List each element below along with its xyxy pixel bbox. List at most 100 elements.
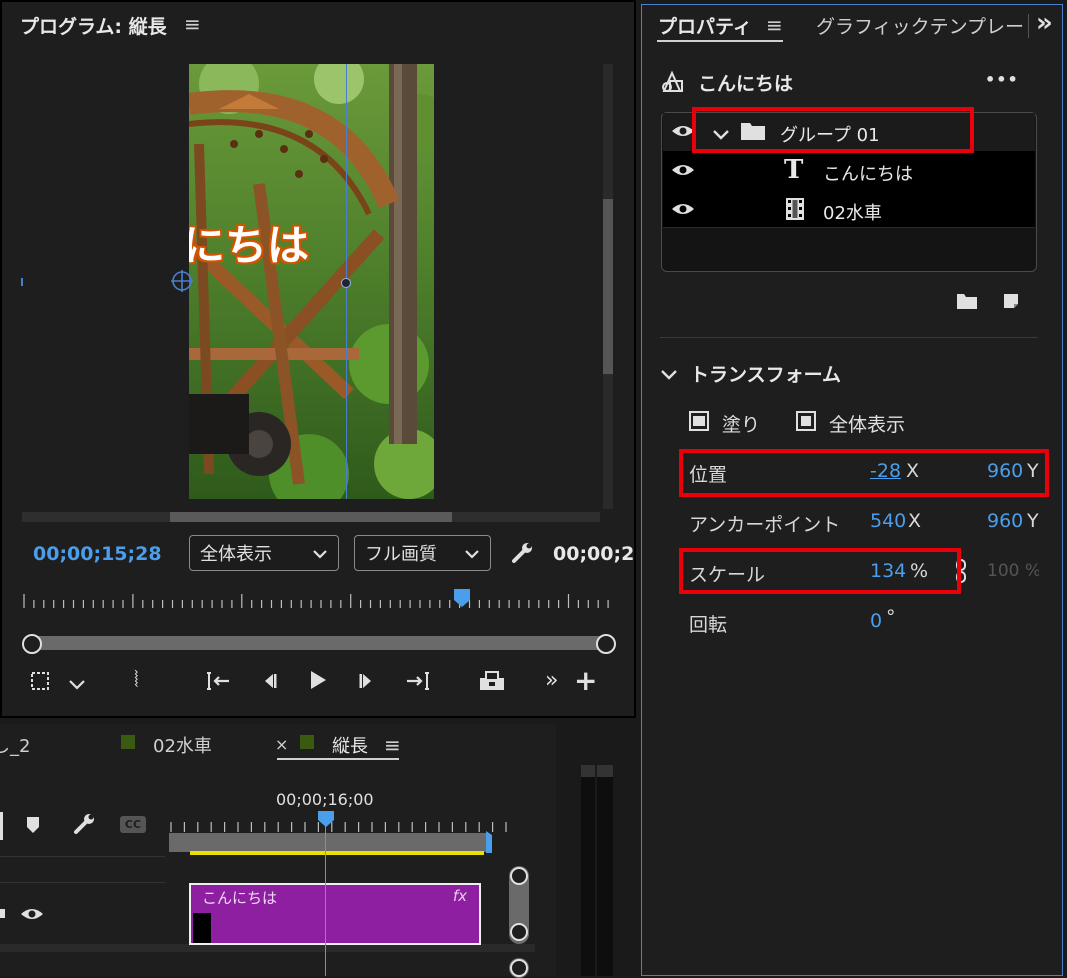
work-area-bar[interactable] (169, 833, 487, 852)
clip-label: こんにちは (202, 889, 278, 907)
step-back-icon[interactable] (258, 670, 280, 697)
captions-icon[interactable]: CC (120, 816, 146, 833)
fill-label[interactable]: 塗り (722, 410, 760, 437)
zoom-handle-right[interactable] (596, 634, 616, 654)
track-divider (0, 882, 165, 883)
panel-menu-icon[interactable]: ≡ (184, 12, 201, 36)
highlight-box (692, 107, 974, 153)
snap-bar-left (0, 812, 3, 840)
program-monitor-title[interactable]: プログラム: 縦長 (20, 12, 167, 39)
sequence-color-swatch (300, 735, 314, 749)
graphic-object-icon (660, 69, 686, 100)
current-timecode[interactable]: 00;00;15;28 (33, 543, 162, 565)
rotation-value[interactable]: 0 (870, 610, 882, 632)
timeline-clip[interactable]: こんにちは fx (189, 883, 481, 945)
go-to-out-icon[interactable] (405, 670, 431, 697)
fx-badge: fx (452, 887, 467, 905)
wrench-icon[interactable] (510, 541, 534, 570)
quality-dropdown[interactable]: フル画質 (354, 535, 491, 571)
eye-icon[interactable] (20, 905, 44, 928)
video-frame[interactable] (189, 64, 434, 499)
fit-label[interactable]: 全体表示 (829, 410, 905, 437)
fit-frame-icon[interactable] (795, 410, 817, 437)
transform-heading[interactable]: トランスフォーム (690, 360, 841, 387)
mark-in-out-icon[interactable]: ⦚ (134, 668, 139, 693)
active-tab-underline (657, 40, 783, 42)
audio-meter-left (581, 765, 595, 976)
new-item-icon[interactable] (1002, 292, 1020, 315)
safe-margins-icon[interactable] (29, 670, 51, 697)
duration-timecode: 00;00;2 (553, 543, 635, 565)
clip-thumbnail (193, 913, 211, 943)
layer-name-video: 02水車 (823, 203, 882, 224)
chevron-down-icon (464, 543, 480, 564)
export-frame-icon[interactable] (478, 670, 506, 697)
track-indicator (0, 909, 5, 918)
object-title: こんにちは (698, 73, 794, 95)
eye-icon[interactable] (671, 200, 695, 223)
playhead-marker[interactable] (453, 588, 471, 613)
zoom-dropdown-value: 全体表示 (200, 544, 272, 565)
chevron-down-icon[interactable] (68, 675, 86, 696)
timeline-playhead-line[interactable] (325, 822, 326, 976)
title-text-overlay[interactable]: にちは (189, 212, 434, 273)
new-folder-icon[interactable] (956, 292, 978, 315)
time-ruler[interactable] (22, 592, 614, 612)
timeline-tab-1[interactable]: し_2 (0, 732, 30, 758)
film-icon (785, 197, 805, 226)
edge-marker (21, 278, 23, 286)
anchor-y-unit: Y (1027, 510, 1039, 532)
work-area-end-marker[interactable] (486, 831, 496, 858)
chevron-down-icon (312, 543, 328, 564)
timeline-tab-2[interactable]: 02水車 (153, 732, 212, 758)
active-tab-underline (277, 758, 399, 760)
step-forward-icon[interactable] (356, 670, 378, 697)
text-layer-icon: T (784, 155, 804, 185)
play-icon[interactable] (307, 668, 329, 697)
wrench-icon[interactable] (72, 812, 96, 841)
fill-frame-icon[interactable] (688, 410, 710, 437)
zoom-dropdown[interactable]: 全体表示 (189, 535, 339, 571)
sequence-color-swatch (121, 735, 135, 749)
close-tab-icon[interactable]: × (275, 735, 288, 754)
more-controls-icon[interactable]: » (545, 668, 558, 693)
rotation-unit: ° (886, 606, 896, 628)
crosshair-icon[interactable] (171, 270, 193, 292)
section-divider (660, 337, 1038, 338)
marker-icon[interactable] (25, 815, 41, 840)
anchor-handle[interactable] (341, 278, 351, 288)
tab-properties[interactable]: プロパティ (658, 12, 752, 39)
anchor-point-label: アンカーポイント (689, 514, 841, 536)
zoom-scroll-bar[interactable] (22, 632, 616, 654)
tab-overflow-icon[interactable]: » (1036, 8, 1053, 38)
tab-graphic-templates[interactable]: グラフィックテンプレー (816, 12, 1024, 39)
anchor-y-value[interactable]: 960 (987, 510, 1023, 532)
more-options-icon[interactable]: ••• (985, 70, 1019, 89)
chevron-down-icon[interactable] (660, 365, 678, 386)
render-status-bar (190, 851, 484, 855)
horizontal-scrollbar[interactable] (22, 512, 600, 522)
track-height-scrollbar[interactable] (509, 958, 529, 978)
track-divider (0, 944, 535, 952)
quality-dropdown-value: フル画質 (365, 544, 437, 565)
highlight-box (679, 449, 1049, 497)
add-button-icon[interactable]: + (574, 664, 597, 697)
scale-height-value: 100 % (987, 561, 1039, 581)
tab-divider (1028, 14, 1029, 38)
timeline-ruler[interactable] (170, 818, 510, 834)
timeline-tab-active[interactable]: 縦長 (332, 732, 368, 758)
track-height-scrollbar[interactable] (509, 866, 529, 944)
highlight-box (679, 548, 961, 594)
layer-name-text: こんにちは (823, 164, 913, 185)
anchor-x-value[interactable]: 540 (870, 510, 906, 532)
anchor-x-unit: X (908, 510, 922, 532)
panel-menu-icon[interactable]: ≡ (384, 733, 401, 757)
vertical-scrollbar[interactable] (603, 64, 613, 509)
waterwheel-image (189, 64, 434, 499)
go-to-in-icon[interactable] (205, 670, 231, 697)
timeline-playhead-head[interactable] (317, 810, 335, 833)
zoom-handle-left[interactable] (22, 634, 42, 654)
eye-icon[interactable] (671, 161, 695, 184)
track-divider (0, 856, 165, 857)
panel-menu-icon[interactable]: ≡ (766, 13, 783, 37)
